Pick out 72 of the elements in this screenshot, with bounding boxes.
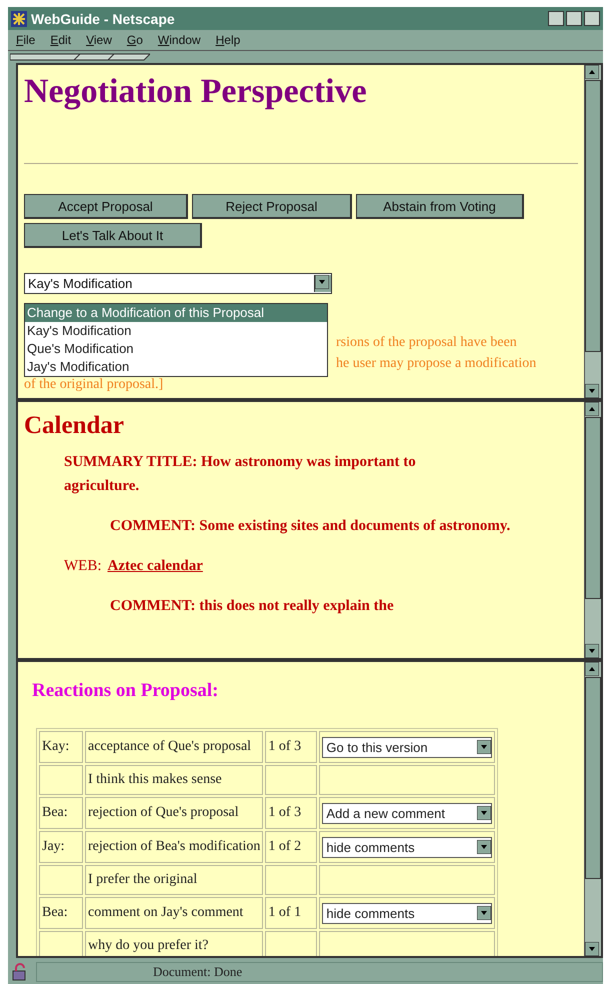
table-cell: comment on Jay's comment — [85, 897, 264, 929]
down-arrow-icon[interactable] — [585, 644, 599, 658]
web-label: WEB: — [64, 557, 102, 576]
comment-text: COMMENT: Some existing sites and documents of astronomy. — [110, 517, 512, 536]
table-cell: rejection of Bea's modification — [85, 831, 264, 863]
action-select[interactable]: Go to this version — [322, 736, 492, 758]
table-cell — [39, 865, 83, 895]
menu-item[interactable]: Go — [126, 33, 143, 47]
note-line: he user may propose a modification — [336, 355, 536, 373]
up-arrow-icon[interactable] — [585, 402, 599, 416]
vote-button[interactable]: Let's Talk About It — [24, 223, 202, 248]
note-line: rsions of the proposal have been — [336, 334, 517, 352]
dropdown-option[interactable]: Change to a Modification of this Proposal — [25, 304, 327, 322]
table-cell: why do you prefer it? — [85, 931, 264, 956]
dropdown-option[interactable]: Jay's Modification — [25, 358, 327, 376]
menu-item[interactable]: View — [86, 33, 112, 47]
table-cell: 1 of 3 — [265, 797, 318, 829]
scrollbar[interactable] — [584, 65, 601, 398]
dropdown-option[interactable]: Kay's Modification — [25, 322, 327, 340]
vote-button[interactable]: Abstain from Voting — [356, 194, 524, 219]
table-cell: Kay: — [39, 731, 83, 763]
comment-text: COMMENT: this does not really explain the — [110, 597, 395, 616]
summary-text: SUMMARY TITLE: How astronomy was important to agriculture. — [64, 453, 417, 496]
web-link[interactable]: Aztec calendar — [108, 554, 203, 578]
minimize-button[interactable] — [548, 11, 564, 26]
up-arrow-icon[interactable] — [585, 65, 599, 79]
scrollbar[interactable] — [584, 662, 601, 956]
status-bar: Document: Done — [36, 962, 603, 982]
dropdown-option[interactable]: Que's Modification — [25, 340, 327, 358]
maximize-button[interactable] — [566, 11, 582, 26]
note-line: of the original proposal.] — [24, 376, 164, 394]
table-cell: Bea: — [39, 897, 83, 929]
section-title: Calendar — [24, 412, 124, 440]
action-select[interactable]: Add a new comment — [322, 802, 492, 824]
table-cell: 1 of 1 — [265, 897, 318, 929]
vote-button[interactable]: Accept Proposal — [24, 194, 188, 219]
menu-item[interactable]: Help — [216, 33, 240, 47]
table-cell — [39, 765, 83, 795]
table-cell: acceptance of Que's proposal — [85, 731, 264, 763]
table-cell: Bea: — [39, 797, 83, 829]
action-select[interactable]: hide comments — [322, 902, 492, 924]
down-arrow-icon[interactable] — [477, 840, 492, 854]
table-cell: Jay: — [39, 831, 83, 863]
table-cell: I think this makes sense — [85, 765, 264, 795]
table-cell: I prefer the original — [85, 865, 264, 895]
table-cell — [39, 931, 83, 956]
window-title: WebGuide - Netscape — [31, 10, 176, 26]
table-cell — [265, 865, 318, 895]
close-button[interactable] — [584, 11, 600, 26]
table-cell — [265, 931, 318, 956]
vote-button[interactable]: Reject Proposal — [192, 194, 352, 219]
down-arrow-icon[interactable] — [477, 906, 492, 920]
section-title: Reactions on Proposal: — [32, 680, 218, 702]
menu-item[interactable]: Window — [158, 33, 201, 47]
up-arrow-icon[interactable] — [585, 662, 599, 676]
table-cell — [265, 765, 318, 795]
down-arrow-icon[interactable] — [585, 942, 599, 956]
modification-select[interactable]: Kay's Modification — [24, 273, 332, 294]
scrollbar[interactable] — [584, 402, 601, 658]
app-icon — [11, 10, 27, 26]
menu-item[interactable]: Edit — [50, 33, 72, 47]
table-cell: 1 of 2 — [265, 831, 318, 863]
menu-item[interactable]: File — [16, 33, 36, 47]
table-cell: 1 of 3 — [265, 731, 318, 763]
table-cell: rejection of Que's proposal — [85, 797, 264, 829]
down-arrow-icon[interactable] — [585, 384, 599, 398]
page-title: Negotiation Perspective — [24, 73, 367, 111]
down-arrow-icon[interactable] — [477, 740, 492, 754]
action-select[interactable]: hide comments — [322, 836, 492, 858]
down-arrow-icon[interactable] — [477, 806, 492, 820]
down-arrow-icon[interactable] — [315, 275, 329, 289]
toolbar-grip-icon[interactable] — [10, 53, 150, 61]
